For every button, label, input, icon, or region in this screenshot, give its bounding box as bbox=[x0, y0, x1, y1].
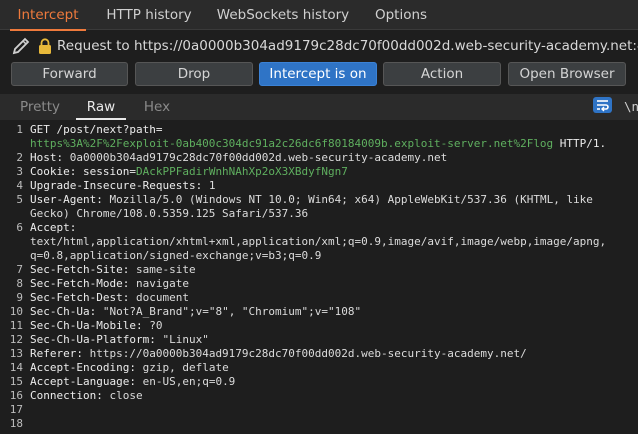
line-number: 15 bbox=[9, 375, 23, 388]
header-name: Referer: bbox=[30, 347, 90, 360]
proxy-tab-bar: Intercept HTTP history WebSockets histor… bbox=[0, 0, 638, 31]
line-number: 1 bbox=[16, 123, 23, 136]
header-sec-ch-ua-platform: Sec-Ch-Ua-Platform: "Linux" bbox=[30, 333, 209, 347]
header-value: text/html,application/xhtml+xml,applicat… bbox=[30, 235, 607, 248]
header-value: ?0 bbox=[149, 319, 163, 332]
header-cookie: Cookie: session=DAckPPFadirWnhNAhXp2oX3X… bbox=[30, 165, 348, 179]
request-line-wrap: https%3A%2F%2Fexploit-0ab400c304dc91a2c2… bbox=[30, 137, 606, 151]
header-accept-wrap: q=0.8,application/signed-exchange;v=b3;q… bbox=[30, 249, 321, 263]
header-value: "Linux" bbox=[162, 333, 209, 346]
header-name: Sec-Ch-Ua-Mobile: bbox=[30, 319, 150, 332]
line-number: 12 bbox=[9, 333, 23, 346]
request-line: GET /post/next?path= bbox=[30, 123, 162, 137]
header-upgrade-insecure: Upgrade-Insecure-Requests: 1 bbox=[30, 179, 215, 193]
request-info-bar: Request to https://0a0000b304ad9179c28dc… bbox=[0, 34, 638, 58]
header-value: gzip, deflate bbox=[142, 361, 229, 374]
header-name: Upgrade-Insecure-Requests: bbox=[30, 179, 209, 192]
show-newlines-icon[interactable]: \n bbox=[624, 99, 638, 114]
line-number: 18 bbox=[9, 417, 23, 430]
line-number: 16 bbox=[9, 389, 23, 402]
cookie-equals: = bbox=[129, 165, 136, 178]
header-name: Accept-Language: bbox=[30, 375, 143, 388]
line-number-gutter: 1 2 3 4 5 6 7 8 9 10 11 12 13 14 15 16 1… bbox=[0, 120, 28, 434]
cookie-name: session bbox=[82, 165, 130, 178]
header-host: Host: 0a0000b304ad9179c28dc70f00dd002d.w… bbox=[30, 151, 447, 165]
header-sec-ch-ua: Sec-Ch-Ua: "Not?A_Brand";v="8", "Chromiu… bbox=[30, 305, 361, 319]
action-button[interactable]: Action bbox=[383, 62, 501, 86]
forward-button[interactable]: Forward bbox=[11, 62, 128, 86]
line-number: 13 bbox=[9, 347, 23, 360]
header-value: https://0a0000b304ad9179c28dc70f00dd002d… bbox=[89, 347, 527, 360]
cookie-value: DAckPPFadirWnhNAhXp2oX3XBdyfNgn7 bbox=[135, 165, 348, 178]
header-name: Connection: bbox=[30, 389, 110, 402]
header-value: Mozilla/5.0 (Windows NT 10.0; Win64; x64… bbox=[109, 193, 593, 206]
header-name: Accept: bbox=[30, 221, 77, 234]
header-name: Sec-Ch-Ua-Platform: bbox=[30, 333, 163, 346]
tab-intercept[interactable]: Intercept bbox=[10, 0, 86, 31]
line-number: 9 bbox=[16, 291, 23, 304]
line-number: 3 bbox=[16, 165, 23, 178]
header-accept-language: Accept-Language: en-US,en;q=0.9 bbox=[30, 375, 235, 389]
header-value: same-site bbox=[135, 263, 196, 276]
line-number: 14 bbox=[9, 361, 23, 374]
header-value: navigate bbox=[135, 277, 189, 290]
header-name: Host: bbox=[30, 151, 70, 164]
header-value: 0a0000b304ad9179c28dc70f00dd002d.web-sec… bbox=[69, 151, 448, 164]
line-number: 10 bbox=[9, 305, 23, 318]
header-accept-value: text/html,application/xhtml+xml,applicat… bbox=[30, 235, 606, 249]
request-editor[interactable]: 1 2 3 4 5 6 7 8 9 10 11 12 13 14 15 16 1… bbox=[0, 120, 638, 434]
tab-pretty[interactable]: Pretty bbox=[14, 94, 66, 120]
word-wrap-icon[interactable] bbox=[593, 97, 612, 113]
header-value: document bbox=[135, 291, 189, 304]
line-number: 4 bbox=[16, 179, 23, 192]
header-name: Sec-Fetch-Dest: bbox=[30, 291, 136, 304]
header-sec-fetch-site: Sec-Fetch-Site: same-site bbox=[30, 263, 196, 277]
drop-button[interactable]: Drop bbox=[135, 62, 253, 86]
path-param-value: https%3A%2F%2Fexploit-0ab400c304dc91a2c2… bbox=[30, 137, 554, 150]
tab-options[interactable]: Options bbox=[366, 0, 436, 30]
header-value: "Not?A_Brand";v="8", "Chromium";v="108" bbox=[102, 305, 362, 318]
header-name: User-Agent: bbox=[30, 193, 110, 206]
message-view-tabs: Pretty Raw Hex bbox=[0, 94, 638, 120]
header-sec-fetch-mode: Sec-Fetch-Mode: navigate bbox=[30, 277, 189, 291]
header-value: en-US,en;q=0.9 bbox=[142, 375, 236, 388]
line-number: 7 bbox=[16, 263, 23, 276]
header-accept: Accept: bbox=[30, 221, 76, 235]
lock-icon bbox=[38, 38, 52, 54]
header-name: Sec-Ch-Ua: bbox=[30, 305, 103, 318]
http-version: HTTP/1. bbox=[553, 137, 607, 150]
line-number: 5 bbox=[16, 193, 23, 206]
line-number: 2 bbox=[16, 151, 23, 164]
tab-http-history[interactable]: HTTP history bbox=[98, 0, 200, 30]
header-name: Accept-Encoding: bbox=[30, 361, 143, 374]
header-accept-encoding: Accept-Encoding: gzip, deflate bbox=[30, 361, 229, 375]
header-value: 1 bbox=[208, 179, 216, 192]
intercept-toggle-button[interactable]: Intercept is on bbox=[259, 62, 377, 86]
tab-hex[interactable]: Hex bbox=[134, 94, 180, 120]
tab-websockets-history[interactable]: WebSockets history bbox=[212, 0, 354, 30]
header-value: Gecko) Chrome/108.0.5359.125 Safari/537.… bbox=[30, 207, 309, 220]
request-method-path: GET /post/next?path= bbox=[30, 123, 163, 136]
pencil-icon[interactable] bbox=[10, 35, 32, 57]
request-target-url: Request to https://0a0000b304ad9179c28dc… bbox=[57, 38, 638, 54]
header-sec-fetch-dest: Sec-Fetch-Dest: document bbox=[30, 291, 189, 305]
open-browser-button[interactable]: Open Browser bbox=[508, 62, 626, 86]
line-number: 11 bbox=[9, 319, 23, 332]
line-number: 6 bbox=[16, 221, 23, 234]
header-name: Sec-Fetch-Mode: bbox=[30, 277, 136, 290]
header-name: Cookie: bbox=[30, 165, 83, 178]
header-connection: Connection: close bbox=[30, 389, 143, 403]
header-user-agent-wrap: Gecko) Chrome/108.0.5359.125 Safari/537.… bbox=[30, 207, 308, 221]
header-user-agent: User-Agent: Mozilla/5.0 (Windows NT 10.0… bbox=[30, 193, 593, 207]
header-referer: Referer: https://0a0000b304ad9179c28dc70… bbox=[30, 347, 527, 361]
line-number: 17 bbox=[9, 403, 23, 416]
header-sec-ch-ua-mobile: Sec-Ch-Ua-Mobile: ?0 bbox=[30, 319, 162, 333]
tab-raw[interactable]: Raw bbox=[76, 94, 126, 120]
header-name: Sec-Fetch-Site: bbox=[30, 263, 136, 276]
header-value: close bbox=[109, 389, 143, 402]
header-value: q=0.8,application/signed-exchange;v=b3;q… bbox=[30, 249, 322, 262]
line-number: 8 bbox=[16, 277, 23, 290]
